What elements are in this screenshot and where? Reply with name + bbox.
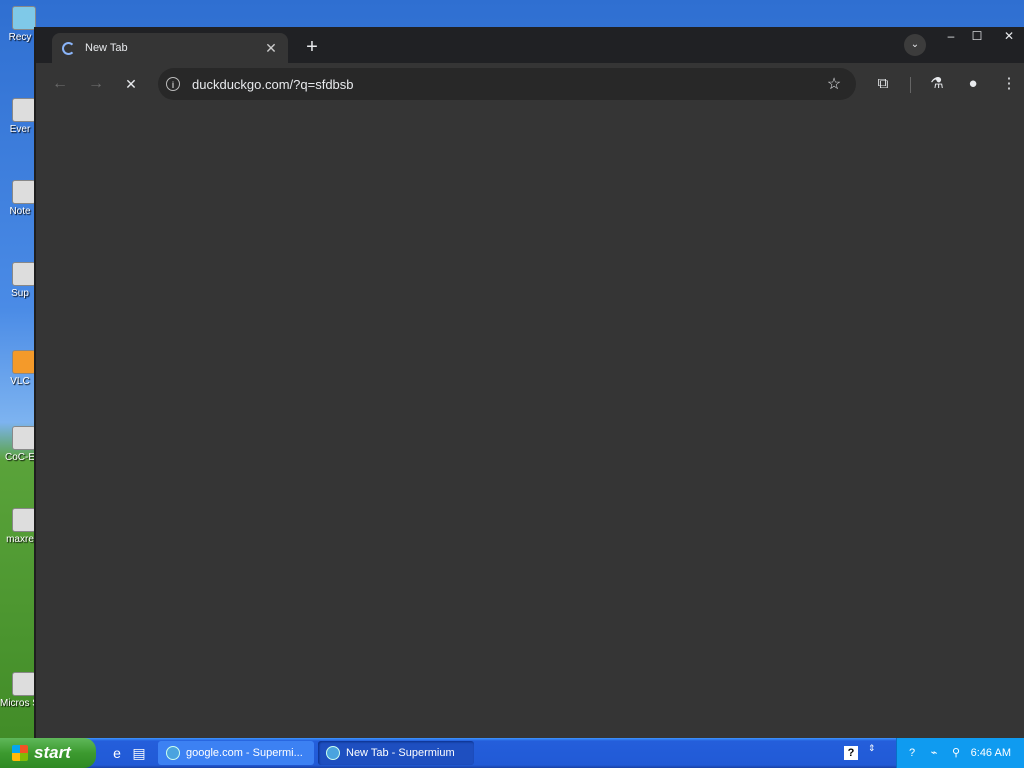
show-desktop-icon[interactable]: ▤ [130, 744, 148, 762]
clock[interactable]: 6:46 AM [971, 747, 1011, 759]
site-info-icon[interactable]: i [166, 77, 180, 91]
app-icon [12, 426, 36, 450]
tray-search-icon[interactable]: ⚲ [949, 746, 963, 760]
tab-search-button[interactable]: ⌄ [904, 34, 926, 56]
bookmark-star-icon[interactable]: ☆ [824, 74, 844, 94]
vlc-icon [12, 350, 36, 374]
tray-network-icon[interactable]: ⌁ [927, 746, 941, 760]
labs-flask-icon[interactable]: ⚗ [926, 73, 948, 95]
app-icon [12, 262, 36, 286]
browser-toolbar: ← → ✕ i duckduckgo.com/?q=sfdbsb ☆ ⧉ ⚗ ●… [36, 63, 1024, 105]
recycle-bin-icon [12, 6, 36, 30]
tray-help-icon[interactable]: ? [905, 746, 919, 760]
notepad-icon [12, 180, 36, 204]
new-tab-button[interactable]: + [300, 35, 324, 59]
menu-kebab-icon[interactable]: ⋮ [998, 73, 1020, 95]
close-window-button[interactable]: ✕ [996, 27, 1022, 47]
tray-expand-icon[interactable]: ⇕ [868, 743, 876, 754]
tab-new-tab[interactable]: New Tab ✕ [52, 33, 288, 63]
back-button[interactable]: ← [49, 73, 71, 95]
help-icon[interactable]: ? [844, 746, 858, 760]
extensions-icon[interactable]: ⧉ [872, 73, 894, 95]
app-icon [12, 98, 36, 122]
loading-spinner-icon [62, 41, 75, 55]
address-bar[interactable]: i duckduckgo.com/?q=sfdbsb ☆ [158, 68, 856, 100]
toolbar-divider [910, 77, 911, 93]
start-label: start [34, 743, 71, 762]
browser-window: New Tab ✕ + ⌄ – ☐ ✕ ← → ✕ i duckduckgo.c… [34, 27, 1024, 738]
stop-loading-button[interactable]: ✕ [120, 73, 142, 95]
app-icon [12, 672, 36, 696]
file-icon [12, 508, 36, 532]
tab-strip: New Tab ✕ + ⌄ – ☐ ✕ [36, 27, 1024, 63]
maximize-button[interactable]: ☐ [964, 27, 990, 47]
tab-title: New Tab [85, 42, 128, 54]
taskbar-item-new-tab[interactable]: New Tab - Supermium [318, 741, 474, 765]
supermium-icon [166, 746, 180, 760]
taskbar-item-google[interactable]: google.com - Supermi... [158, 741, 314, 765]
supermium-icon [326, 746, 340, 760]
system-tray: ? ⌁ ⚲ 6:46 AM [896, 738, 1024, 768]
taskbar-item-label: New Tab - Supermium [346, 747, 455, 759]
taskbar: start e ▤ google.com - Supermi... New Ta… [0, 738, 1024, 768]
taskbar-item-label: google.com - Supermi... [186, 747, 303, 759]
forward-button[interactable]: → [85, 73, 107, 95]
address-url[interactable]: duckduckgo.com/?q=sfdbsb [192, 77, 824, 92]
tab-close-icon[interactable]: ✕ [262, 39, 280, 57]
start-button[interactable]: start [0, 738, 96, 768]
minimize-button[interactable]: – [938, 27, 964, 47]
internet-explorer-icon[interactable]: e [108, 744, 126, 762]
profile-icon[interactable]: ● [962, 73, 984, 95]
page-content-blank [36, 105, 1024, 738]
windows-flag-icon [12, 745, 28, 761]
